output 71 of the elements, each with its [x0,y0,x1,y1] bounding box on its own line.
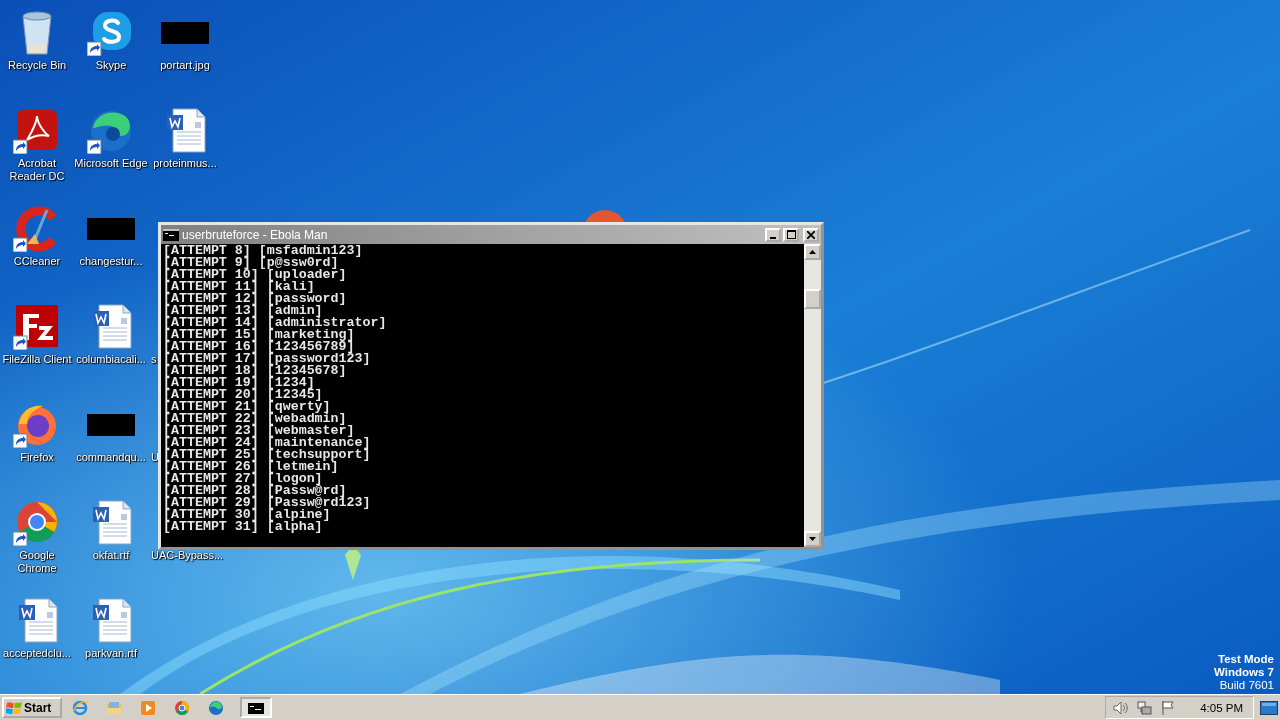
icon-label[interactable]: Microsoft Edge [74,157,148,170]
console-line: [ATTEMPT 16] [123456789] [163,341,355,353]
window-title: userbruteforce - Ebola Man [182,227,328,242]
icon-label[interactable]: Firefox [20,451,54,464]
console-line: [ATTEMPT 28] [Passw@rd] [163,485,347,497]
close-icon [807,230,815,239]
console-line: [ATTEMPT 25] [techsupport] [163,449,372,461]
console-task-button[interactable] [240,697,272,718]
console-line: [ATTEMPT 29] [Passw@rd123] [163,497,372,509]
console-line: [ATTEMPT 19] [1234] [163,377,315,389]
icon-label[interactable]: CCleaner [13,255,61,268]
icon-label[interactable]: Acrobat Reader DC [0,157,74,183]
console-line: [ATTEMPT 13] [admin] [163,305,323,317]
clock-time[interactable]: 4:05 PM [1200,701,1243,714]
icon-label[interactable]: acceptedclu... [3,647,71,660]
chrome-icon[interactable] [174,699,190,716]
console-line: [ATTEMPT 24] [maintenance] [163,437,372,449]
icon-label[interactable]: U [151,451,159,464]
close-button[interactable] [803,227,819,242]
windows-logo-icon [6,699,22,716]
console-line: [ATTEMPT 8] [msfadmin123] [163,245,364,257]
icon-label[interactable]: okfat.rtf [92,549,130,562]
icon-label[interactable]: FileZilla Client [2,353,72,366]
console-line: [ATTEMPT 21] [qwerty] [163,401,331,413]
console-line: [ATTEMPT 15] [marketing] [163,329,355,341]
console-line: [ATTEMPT 9] [p@ssw0rd] [163,257,339,269]
console-line: [ATTEMPT 18] [12345678] [163,365,347,377]
console-line: [ATTEMPT 30] [alpine] [163,509,331,521]
icon-label[interactable]: Recycle Bin [7,59,67,72]
console-line: [ATTEMPT 26] [letmein] [163,461,339,473]
console-line: [ATTEMPT 27] [logon] [163,473,323,485]
minimize-button[interactable] [765,227,781,242]
system-notice-text: Windows 7 [1214,666,1274,679]
minimize-icon [770,236,776,239]
icon-label[interactable]: s [151,353,157,366]
icon-label[interactable]: columbiacali... [76,353,146,366]
flag-icon[interactable] [1160,699,1177,716]
maximize-icon [786,230,796,239]
scroll-up-button[interactable] [804,244,821,260]
up-arrow-icon [809,250,816,254]
icon-label[interactable]: UAC-Bypass... [151,549,224,562]
network-icon[interactable] [1136,699,1153,716]
icon-label[interactable]: Skype [95,59,127,72]
icon-label[interactable]: portart.jpg [160,59,210,72]
down-arrow-icon [809,537,816,541]
icon-label[interactable]: commandqu... [76,451,146,464]
icon-label[interactable]: changestur... [79,255,143,268]
console-line: [ATTEMPT 17] [password123] [163,353,372,365]
speaker-icon[interactable] [1112,699,1129,716]
system-notice-text: Build 7601 [1219,679,1274,692]
console-line: [ATTEMPT 10] [uploader] [163,269,348,281]
icon-label[interactable]: Google Chrome [0,549,74,575]
console-line: [ATTEMPT 20] [12345] [163,389,323,401]
scroll-thumb[interactable] [804,289,821,309]
show-desktop-button[interactable] [1260,700,1278,715]
console-icon [163,228,179,241]
scroll-down-button[interactable] [804,531,821,547]
console-line: [ATTEMPT 11] [kali] [163,281,315,293]
maximize-button[interactable] [783,227,799,242]
icon-label[interactable]: parkvan.rtf [85,647,137,660]
console-line: [ATTEMPT 12] [password] [163,293,348,305]
start-button[interactable]: Start [2,697,62,718]
console-line: [ATTEMPT 31] [alpha] [163,521,323,533]
system-notice-text: Test Mode [1218,653,1274,666]
scrollbar[interactable] [804,244,821,547]
edge-icon[interactable] [208,699,224,716]
console-line: [ATTEMPT 23] [webmaster] [163,425,355,437]
icon-label[interactable]: proteinmus... [153,157,217,170]
console-line: [ATTEMPT 14] [administrator] [163,317,388,329]
filezilla-app-icon[interactable] [13,302,61,350]
console-line: [ATTEMPT 22] [webadmin] [163,413,347,425]
